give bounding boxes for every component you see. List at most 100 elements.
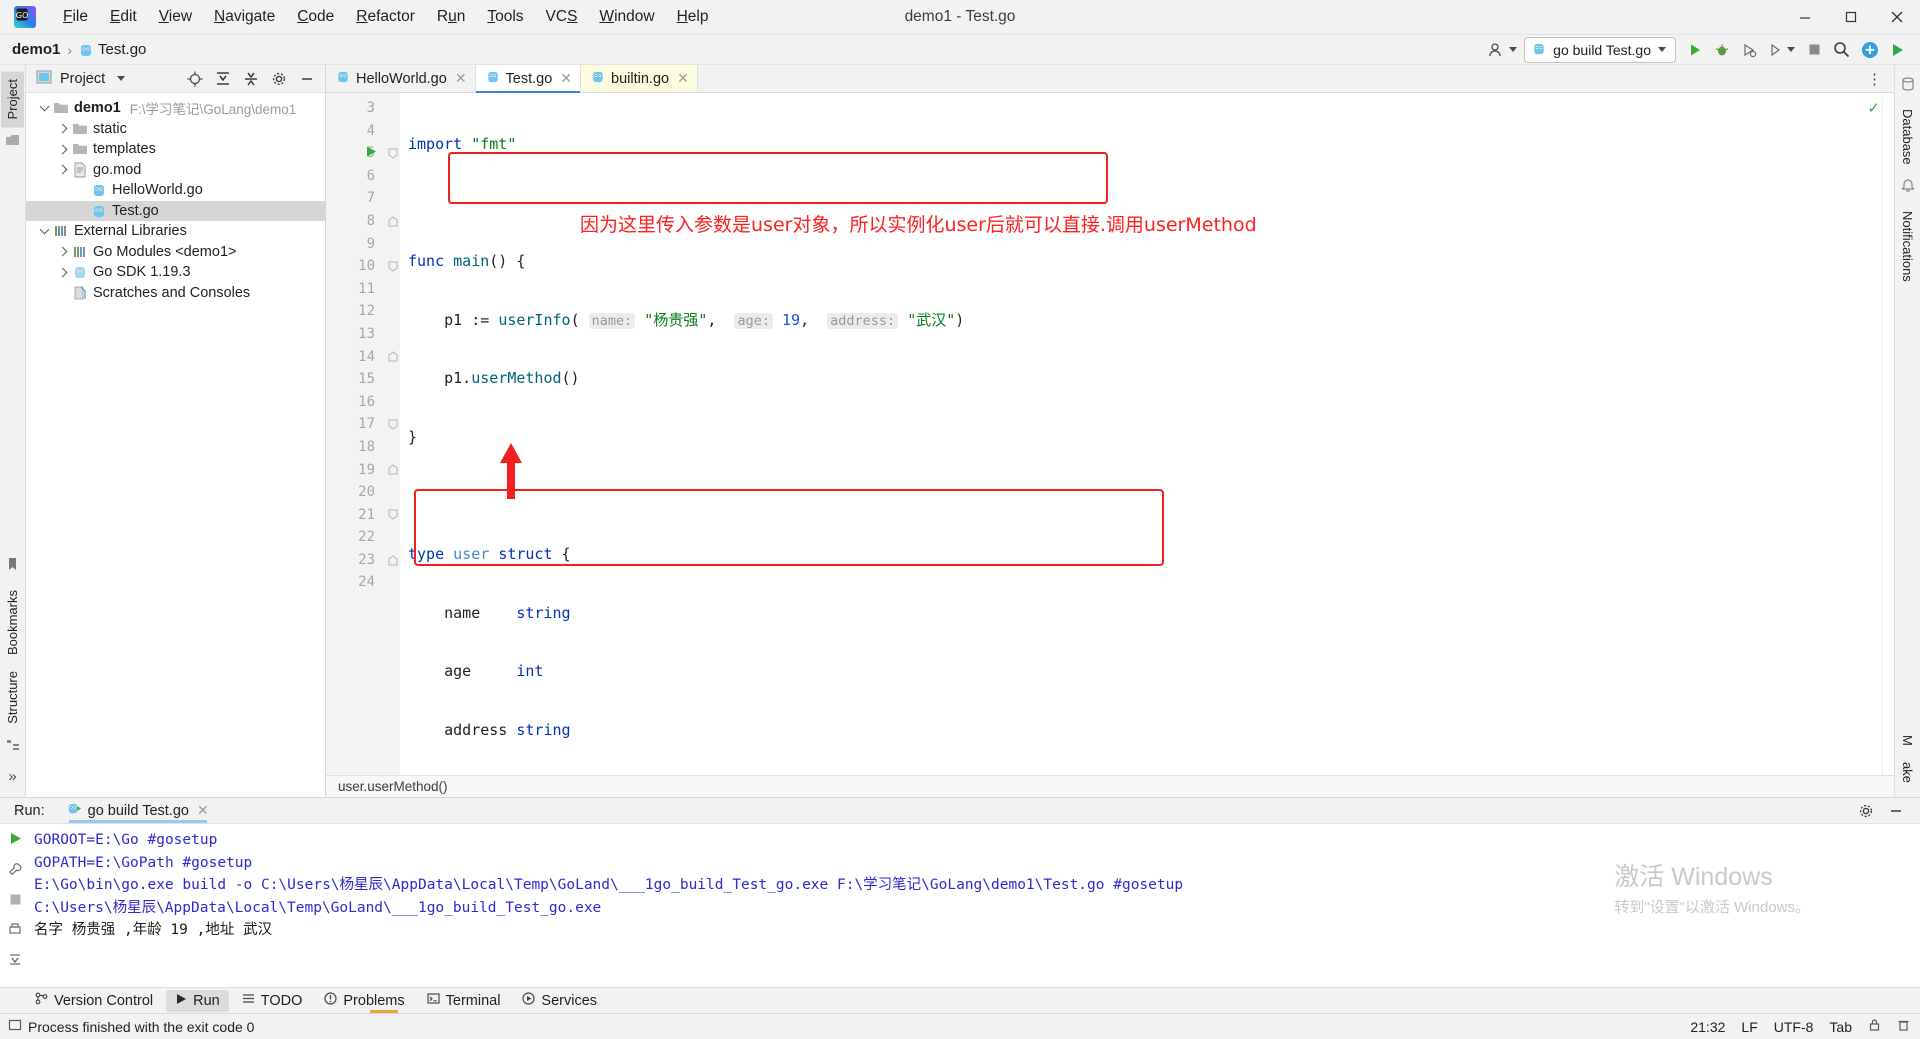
run-console[interactable]: GOROOT=E:\Go #gosetup GOPATH=E:\GoPath #g… — [30, 824, 1920, 987]
line-number[interactable]: 19 — [326, 459, 386, 482]
menu-view[interactable]: View — [148, 4, 203, 30]
fold-close-icon[interactable] — [386, 210, 400, 233]
line-number[interactable]: 5 — [326, 142, 386, 165]
chevron-down-icon[interactable] — [117, 76, 126, 81]
gear-icon[interactable] — [1854, 799, 1878, 823]
editor-tab-builtin[interactable]: builtin.go ✕ — [581, 65, 698, 92]
editor-tab-helloworld[interactable]: HelloWorld.go ✕ — [326, 65, 476, 92]
line-number[interactable]: 24 — [326, 571, 386, 594]
tree-node[interactable]: Test.go — [26, 200, 325, 221]
fold-open-icon[interactable] — [386, 142, 400, 165]
editor-tab-options-icon[interactable]: ⋮ — [1857, 65, 1894, 92]
code-content[interactable]: import "fmt" func main() { p1 := userInf… — [400, 93, 1882, 775]
line-number[interactable]: 14 — [326, 346, 386, 369]
trash-icon[interactable] — [1897, 1018, 1910, 1035]
print-icon[interactable] — [8, 922, 22, 940]
updates-badge[interactable] — [1857, 38, 1883, 62]
maximize-icon[interactable] — [1828, 0, 1874, 35]
line-number[interactable]: 17 — [326, 413, 386, 436]
ok-check-icon[interactable]: ✓ — [1867, 99, 1880, 117]
tree-node[interactable]: templates — [26, 139, 325, 160]
run-button[interactable] — [1683, 38, 1707, 62]
status-indent[interactable]: Tab — [1829, 1019, 1852, 1035]
chevron-right-icon[interactable] — [55, 144, 72, 155]
tree-node[interactable]: External Libraries — [26, 221, 325, 242]
chevron-right-icon[interactable] — [55, 164, 72, 175]
project-tree[interactable]: demo1 F:\学习笔记\GoLang\demo1 static templates… — [26, 93, 325, 303]
rerun-settings-icon[interactable] — [8, 862, 23, 881]
line-number[interactable]: 20 — [326, 481, 386, 504]
menu-file[interactable]: File — [52, 4, 99, 30]
hide-panel-icon[interactable] — [295, 67, 319, 91]
tree-node[interactable]: Scratches and Consoles — [26, 283, 325, 304]
close-icon[interactable]: ✕ — [677, 70, 689, 87]
menu-edit[interactable]: Edit — [99, 4, 148, 30]
run-tab-go-build[interactable]: go build Test.go ✕ — [63, 798, 217, 824]
line-number[interactable]: 13 — [326, 323, 386, 346]
line-number[interactable]: 11 — [326, 278, 386, 301]
main-menu[interactable]: File Edit View Navigate Code Refactor Ru… — [52, 4, 719, 30]
status-encoding[interactable]: UTF-8 — [1774, 1019, 1814, 1035]
tree-node[interactable]: Go SDK 1.19.3 — [26, 262, 325, 283]
line-number[interactable]: 9 — [326, 233, 386, 256]
expand-all-icon[interactable] — [211, 67, 235, 91]
rail-tab-notifications[interactable]: Notifications — [1896, 203, 1919, 290]
tree-node[interactable]: Go Modules <demo1> — [26, 242, 325, 263]
bookmarks-icon[interactable] — [6, 557, 19, 576]
line-number[interactable]: 8 — [326, 210, 386, 233]
code-viewport[interactable]: 3456789101112131415161718192021222324 im… — [326, 93, 1894, 775]
menu-navigate[interactable]: Navigate — [203, 4, 286, 30]
menu-help[interactable]: Help — [666, 4, 720, 30]
menu-run[interactable]: Run — [426, 4, 476, 30]
tool-button-services[interactable]: Services — [513, 989, 606, 1012]
tool-button-terminal[interactable]: Terminal — [418, 989, 510, 1012]
select-opened-file-icon[interactable] — [183, 67, 207, 91]
fold-open-icon[interactable] — [386, 504, 400, 527]
more-icon[interactable]: » — [8, 768, 16, 785]
account-icon[interactable] — [1484, 38, 1521, 62]
rail-tab-bookmarks[interactable]: Bookmarks — [1, 582, 24, 663]
line-number[interactable]: 4 — [326, 120, 386, 143]
breadcrumb-project[interactable]: demo1 — [12, 41, 60, 58]
menu-window[interactable]: Window — [588, 4, 665, 30]
line-number[interactable]: 6 — [326, 165, 386, 188]
gutter-run-icon[interactable] — [366, 142, 377, 165]
editor-tab-test[interactable]: Test.go ✕ — [475, 65, 582, 93]
rail-tab-make[interactable]: M — [1896, 727, 1919, 754]
status-event-icon[interactable] — [8, 1018, 22, 1035]
commit-icon[interactable] — [5, 133, 20, 152]
status-line-separator[interactable]: LF — [1741, 1019, 1757, 1035]
rail-tab-make-label[interactable]: ake — [1896, 754, 1919, 791]
close-icon[interactable] — [1874, 0, 1920, 35]
editor-right-gutter[interactable]: ✓ — [1867, 93, 1894, 775]
line-number[interactable]: 21 — [326, 504, 386, 527]
run-configuration-selector[interactable]: go build Test.go — [1524, 36, 1676, 63]
stop-icon[interactable] — [9, 893, 22, 910]
chevron-down-icon[interactable] — [36, 101, 53, 113]
tool-button-version-control[interactable]: Version Control — [26, 989, 162, 1012]
fold-close-icon[interactable] — [386, 346, 400, 369]
database-icon[interactable] — [1901, 77, 1915, 95]
line-number[interactable]: 18 — [326, 436, 386, 459]
notifications-icon[interactable] — [1900, 179, 1915, 197]
close-icon[interactable]: ✕ — [197, 802, 209, 819]
menu-code[interactable]: Code — [286, 4, 345, 30]
lock-icon[interactable] — [1868, 1018, 1881, 1035]
line-number-gutter[interactable]: 3456789101112131415161718192021222324 — [326, 93, 386, 775]
line-number[interactable]: 12 — [326, 300, 386, 323]
tool-button-run[interactable]: Run — [166, 989, 229, 1012]
chevron-right-icon[interactable] — [55, 267, 72, 278]
fold-close-icon[interactable] — [386, 549, 400, 572]
breadcrumb-file[interactable]: Test.go — [79, 41, 146, 58]
close-icon[interactable]: ✕ — [560, 70, 572, 87]
line-number[interactable]: 3 — [326, 97, 386, 120]
stop-button[interactable] — [1802, 38, 1826, 62]
minimize-icon[interactable] — [1884, 799, 1908, 823]
search-icon[interactable] — [1829, 38, 1854, 62]
fold-open-icon[interactable] — [386, 413, 400, 436]
settings-gear-icon[interactable] — [267, 67, 291, 91]
fold-close-icon[interactable] — [386, 459, 400, 482]
line-number[interactable]: 7 — [326, 187, 386, 210]
debug-button[interactable] — [1710, 38, 1734, 62]
menu-tools[interactable]: Tools — [476, 4, 534, 30]
